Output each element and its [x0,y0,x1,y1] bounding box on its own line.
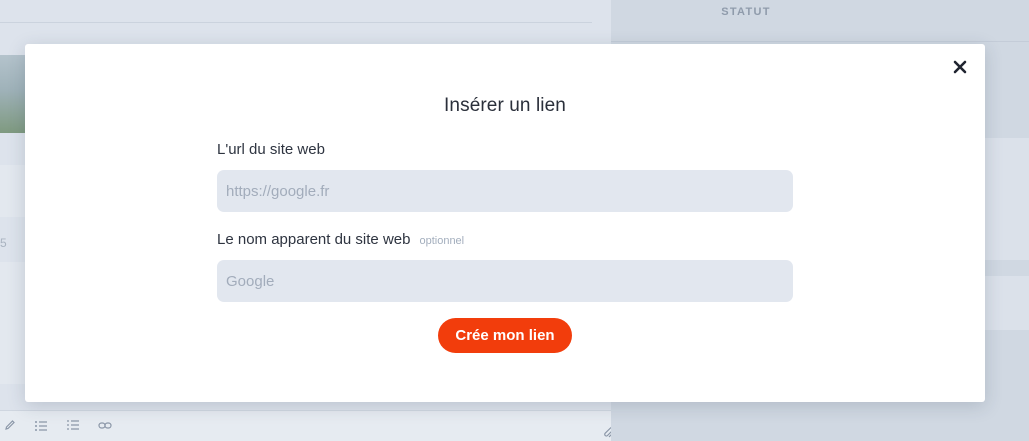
background-image-thumbnail [0,55,26,133]
name-field-label: Le nom apparent du site web [217,231,411,248]
name-field-label-row: Le nom apparent du site web optionnel [217,231,464,248]
url-input[interactable] [217,170,793,212]
insert-link-modal: Insérer un lien L'url du site web Le nom… [25,44,985,402]
modal-title: Insérer un lien [444,95,566,116]
create-link-button[interactable]: Crée mon lien [438,318,572,353]
background-sidebar-block [985,138,1029,260]
url-field-label: L'url du site web [217,141,325,158]
background-sidebar-divider [611,41,1029,42]
numbered-list-icon[interactable] [66,419,80,434]
editor-toolbar-icons [4,419,112,434]
close-icon[interactable] [951,58,969,76]
link-icon[interactable] [98,419,112,434]
status-header: STATUT [721,6,771,18]
bullet-list-icon[interactable] [34,419,48,434]
background-row-number: 5 [0,236,7,250]
pencil-icon[interactable] [4,419,16,434]
site-name-input[interactable] [217,260,793,302]
background-divider [0,22,592,23]
optional-tag: optionnel [419,235,465,247]
background-sidebar-block [985,276,1029,330]
